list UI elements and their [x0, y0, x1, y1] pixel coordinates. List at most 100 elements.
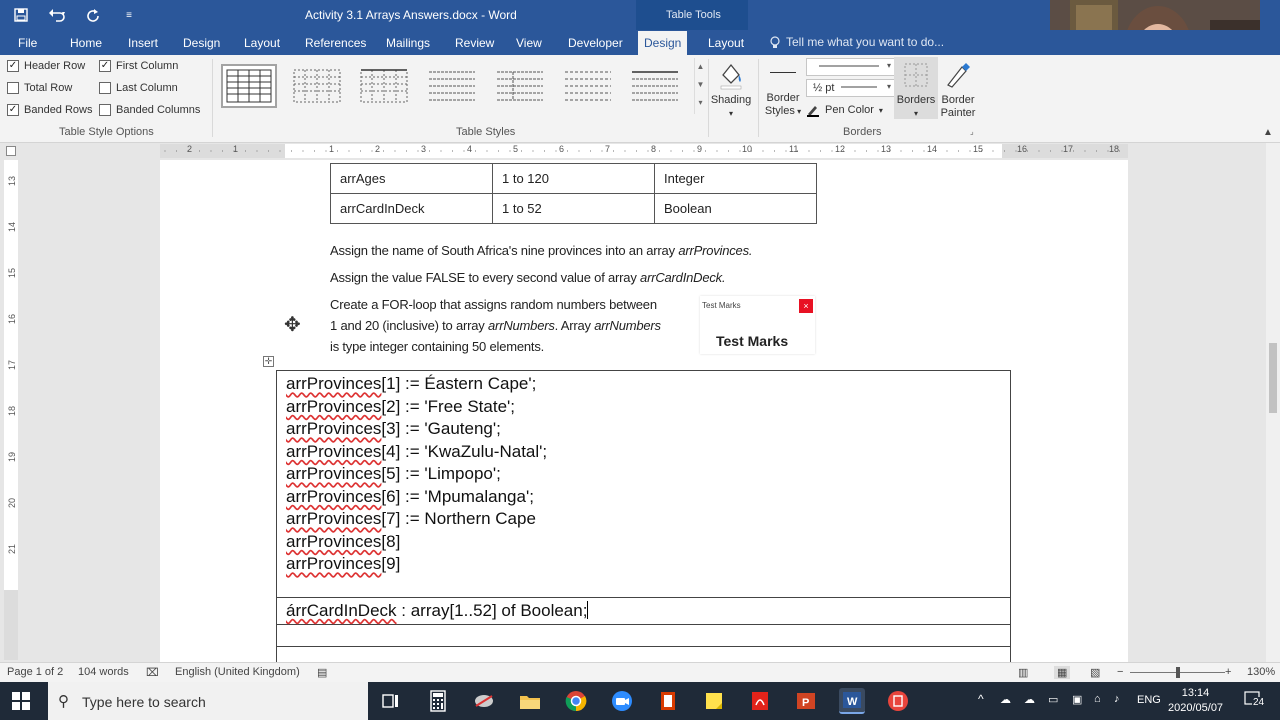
- undo-icon[interactable]: ▾: [46, 5, 68, 25]
- vertical-scrollbar[interactable]: [1266, 143, 1280, 662]
- banded-columns-checkbox[interactable]: [99, 104, 111, 116]
- table-style-plain-3[interactable]: [425, 64, 481, 108]
- header-row-checkbox[interactable]: ✓: [7, 60, 19, 72]
- zoom-app-icon[interactable]: [609, 688, 635, 714]
- border-styles-button[interactable]: Border Styles ▾: [761, 92, 805, 118]
- tell-me-box[interactable]: Tell me what you want to do...: [770, 35, 944, 49]
- onedrive-icon[interactable]: ☁: [1000, 693, 1011, 706]
- print-layout-icon[interactable]: ▦: [1054, 666, 1071, 679]
- empty-cell[interactable]: [277, 625, 1010, 647]
- language-indicator[interactable]: English (United Kingdom): [175, 666, 300, 678]
- tab-layout[interactable]: Layout: [238, 34, 286, 52]
- zoom-slider-thumb[interactable]: [1176, 667, 1180, 678]
- windows-start-icon[interactable]: [12, 692, 30, 710]
- option-total-row[interactable]: Total Row: [7, 82, 72, 94]
- network-icon[interactable]: ⌂: [1094, 693, 1101, 705]
- powerpoint-icon[interactable]: P: [793, 688, 819, 714]
- vertical-ruler[interactable]: 13 14 15 16 17 18 19 20 21: [4, 160, 18, 660]
- snipping-tool-icon[interactable]: [471, 688, 497, 714]
- tab-developer[interactable]: Developer: [562, 34, 629, 52]
- table-style-plain-2[interactable]: [357, 64, 413, 108]
- option-banded-columns[interactable]: Banded Columns: [99, 104, 200, 116]
- save-icon[interactable]: [10, 5, 32, 25]
- tab-review[interactable]: Review: [449, 34, 500, 52]
- total-row-checkbox[interactable]: [7, 82, 19, 94]
- taskbar-search[interactable]: ⚲ Type here to search: [48, 682, 368, 720]
- table-style-plain-1[interactable]: [290, 64, 346, 108]
- code-cell-provinces[interactable]: arrProvinces[1] := Éastern Cape'; arrProv…: [277, 371, 1010, 598]
- battery-icon[interactable]: ▭: [1048, 693, 1058, 706]
- proofing-icon[interactable]: ⌧: [146, 666, 159, 679]
- redo-icon[interactable]: [82, 5, 104, 25]
- document-page[interactable]: arrAges 1 to 120 Integer arrCardInDeck 1…: [160, 160, 1128, 662]
- tab-design[interactable]: Design: [177, 34, 226, 52]
- table-styles-scroll[interactable]: ▲ ▼ ▾: [694, 58, 706, 114]
- code-cell-card-deck[interactable]: árrCardInDeck : array[1..52] of Boolean;: [277, 598, 1010, 625]
- horizontal-ruler[interactable]: 2 1 1 2 3 4 5 6 7 8 9 10 11 12 13 14 15 16 17 18: [160, 144, 1128, 158]
- tab-view[interactable]: View: [510, 34, 548, 52]
- calculator-icon[interactable]: [425, 688, 451, 714]
- table-style-plain-4[interactable]: [493, 64, 549, 108]
- dialog-launcher-icon[interactable]: ⌟: [970, 127, 974, 136]
- option-last-column[interactable]: Last Column: [99, 82, 178, 94]
- close-icon[interactable]: ×: [799, 299, 813, 313]
- tab-file[interactable]: File: [12, 34, 43, 52]
- banded-rows-checkbox[interactable]: ✓: [7, 104, 19, 116]
- table-style-grid[interactable]: [221, 64, 277, 108]
- table-cell[interactable]: 1 to 120: [492, 163, 655, 194]
- tab-mailings[interactable]: Mailings: [380, 34, 436, 52]
- table-cell[interactable]: Integer: [654, 163, 817, 194]
- task-view-icon[interactable]: [377, 688, 403, 714]
- table-style-plain-6[interactable]: [628, 64, 684, 108]
- option-banded-rows[interactable]: ✓ Banded Rows: [7, 104, 93, 116]
- web-layout-icon[interactable]: ▧: [1090, 666, 1100, 679]
- zoom-level[interactable]: 130%: [1247, 666, 1275, 678]
- line-weight-dropdown[interactable]: ½ pt ▾: [806, 79, 896, 97]
- macro-record-icon[interactable]: ▤: [317, 666, 327, 679]
- table-cell[interactable]: Boolean: [654, 193, 817, 224]
- option-first-column[interactable]: ✓ First Column: [99, 60, 178, 72]
- chrome-icon[interactable]: [563, 688, 589, 714]
- page-count[interactable]: Page 1 of 2: [7, 666, 63, 678]
- recorder-app-icon[interactable]: [885, 688, 911, 714]
- tray-overflow-icon[interactable]: ^: [978, 692, 984, 706]
- border-painter-button[interactable]: Border Painter: [938, 59, 978, 120]
- borders-button[interactable]: Borders ▾: [894, 57, 938, 119]
- system-clock[interactable]: 13:14 2020/05/07: [1168, 686, 1223, 716]
- table-cell[interactable]: 1 to 52: [492, 193, 655, 224]
- customize-icon[interactable]: ≡: [118, 5, 140, 25]
- table-cell[interactable]: arrAges: [330, 163, 493, 194]
- test-marks-popup[interactable]: Test Marks × Test Marks: [700, 296, 815, 354]
- keyboard-language[interactable]: ENG: [1137, 694, 1161, 706]
- tab-home[interactable]: Home: [64, 34, 108, 52]
- tab-references[interactable]: References: [299, 34, 372, 52]
- sticky-notes-icon[interactable]: [701, 688, 727, 714]
- option-header-row[interactable]: ✓ Header Row: [7, 60, 85, 72]
- zoom-in-icon[interactable]: +: [1225, 666, 1231, 678]
- collapse-ribbon-icon[interactable]: ▲: [1263, 127, 1273, 138]
- acrobat-icon[interactable]: [747, 688, 773, 714]
- word-icon[interactable]: W: [839, 688, 865, 714]
- pen-color-button[interactable]: Pen Color ▾: [806, 103, 883, 117]
- office-app-icon[interactable]: [655, 688, 681, 714]
- table-move-handle-icon[interactable]: ✛: [263, 356, 274, 367]
- table-cell[interactable]: arrCardInDeck: [330, 193, 493, 224]
- tab-table-design[interactable]: Design: [638, 31, 688, 55]
- volume-icon[interactable]: ♪: [1114, 693, 1120, 705]
- scrollbar-thumb[interactable]: [1269, 343, 1277, 413]
- read-mode-icon[interactable]: ▥: [1018, 666, 1028, 679]
- word-count[interactable]: 104 words: [78, 666, 129, 678]
- zoom-out-icon[interactable]: −: [1117, 666, 1123, 678]
- table-style-plain-5[interactable]: [561, 64, 617, 108]
- cloud-icon[interactable]: ☁: [1024, 693, 1035, 706]
- file-explorer-icon[interactable]: [517, 688, 543, 714]
- tab-insert[interactable]: Insert: [122, 34, 164, 52]
- shading-button[interactable]: Shading ▾: [708, 59, 754, 120]
- notification-center-icon[interactable]: 24: [1242, 690, 1266, 710]
- line-style-dropdown[interactable]: ▾: [806, 58, 896, 76]
- tab-table-layout[interactable]: Layout: [702, 34, 750, 52]
- tab-selector-icon[interactable]: [6, 146, 16, 156]
- monitor-icon[interactable]: ▣: [1072, 693, 1082, 706]
- empty-cell[interactable]: [277, 647, 1010, 662]
- last-column-checkbox[interactable]: [99, 82, 111, 94]
